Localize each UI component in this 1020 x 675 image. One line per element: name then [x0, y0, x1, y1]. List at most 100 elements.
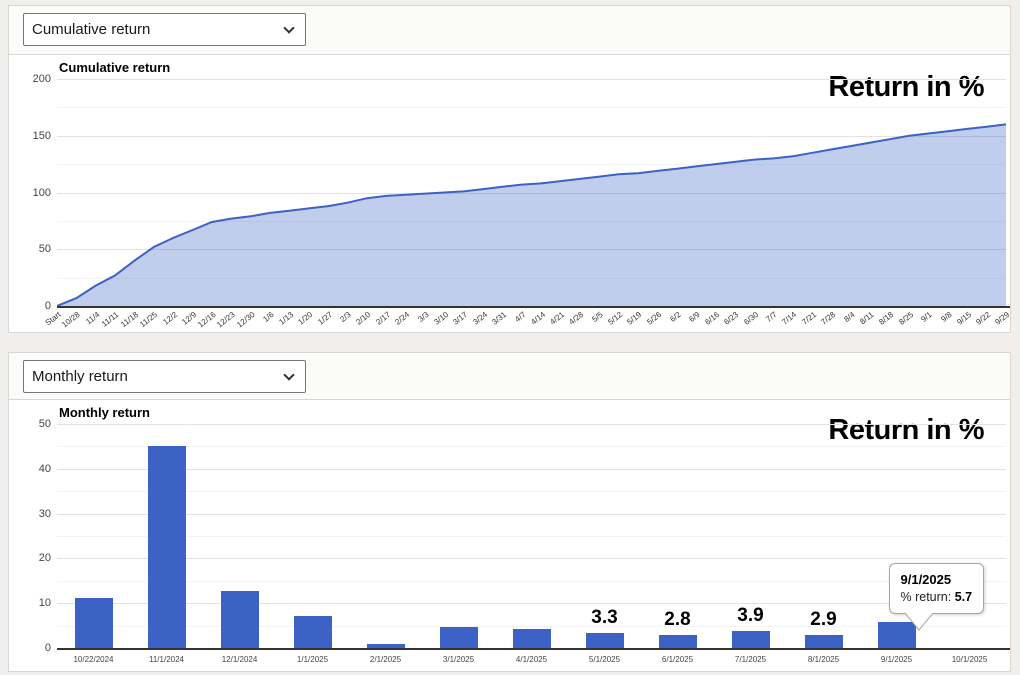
y-axis-tick-label: 30: [9, 508, 51, 520]
x-axis-tick-label: 3/1/2025: [424, 655, 494, 664]
x-axis-tick-label: 11/25: [139, 310, 160, 329]
y-axis-tick-label: 50: [9, 418, 51, 430]
x-axis-tick-label: 10/1/2025: [935, 655, 1005, 664]
monthly-return-bar[interactable]: [367, 644, 405, 648]
y-axis-tick-label: 150: [9, 130, 51, 142]
monthly-return-bar[interactable]: [294, 616, 332, 648]
x-axis-tick-label: 10/22/2024: [59, 655, 129, 664]
x-axis-tick-label: 2/17: [374, 310, 392, 327]
x-axis-tick-label: 5/5: [591, 310, 605, 324]
x-axis-tick-label: 2/1/2025: [351, 655, 421, 664]
x-axis-tick-label: 5/1/2025: [570, 655, 640, 664]
x-axis-tick-label: 4/14: [529, 310, 547, 327]
x-axis-tick-label: 11/18: [119, 310, 140, 329]
x-axis-tick-label: 11/1/2024: [132, 655, 202, 664]
cumulative-return-area-series[interactable]: [57, 79, 1006, 306]
cumulative-return-panel: Cumulative return Cumulative return Retu…: [8, 5, 1011, 333]
x-axis-tick-label: 9/1/2025: [862, 655, 932, 664]
cumulative-return-header: Cumulative return: [9, 6, 1010, 54]
y-axis-tick-label: 50: [9, 243, 51, 255]
chart-type-select-wrap: Cumulative return: [23, 13, 306, 46]
x-axis-tick-label: 6/1/2025: [643, 655, 713, 664]
gridline-minor: [57, 446, 1006, 447]
x-axis-tick-label: 1/27: [316, 310, 334, 327]
gridline: [57, 603, 1006, 604]
bar-value-label: 3.9: [716, 605, 786, 627]
tooltip-value-line: % return: 5.7: [901, 590, 973, 604]
gridline: [57, 514, 1006, 515]
x-axis-tick-label: 7/28: [819, 310, 837, 327]
y-axis-tick-label: 0: [9, 642, 51, 654]
x-axis-tick-label: 4/1/2025: [497, 655, 567, 664]
x-axis-tick-label: 12/2: [161, 310, 179, 327]
x-axis-tick-label: 9/22: [974, 310, 992, 327]
gridline: [57, 558, 1006, 559]
y-axis-tick-label: 0: [9, 300, 51, 312]
x-axis-tick-label: 11/11: [100, 310, 120, 329]
x-axis-line: [57, 648, 1010, 650]
x-axis-tick-label: 12/30: [235, 310, 256, 329]
x-axis-tick-label: 6/2: [668, 310, 682, 324]
monthly-return-bar[interactable]: [805, 635, 843, 648]
gridline-minor: [57, 491, 1006, 492]
x-axis-tick-label: 1/13: [277, 310, 295, 327]
x-axis-tick-label: 3/24: [471, 310, 489, 327]
x-axis-tick-label: 8/4: [842, 310, 856, 324]
monthly-return-bar[interactable]: [659, 635, 697, 648]
x-axis-tick-label: 1/6: [261, 310, 275, 324]
tooltip-date: 9/1/2025: [901, 572, 973, 587]
x-axis-tick-label: 9/29: [994, 310, 1010, 327]
x-axis-tick-label: 3/3: [416, 310, 430, 324]
chart-title: Monthly return: [59, 405, 150, 420]
tooltip-value: 5.7: [955, 590, 972, 604]
y-axis-tick-label: 20: [9, 552, 51, 564]
monthly-return-bar[interactable]: [221, 591, 259, 648]
monthly-return-bar[interactable]: [586, 633, 624, 648]
x-axis-tick-label: 2/10: [355, 310, 373, 327]
monthly-return-bar[interactable]: [148, 446, 186, 648]
x-axis-tick-label: 6/9: [687, 310, 701, 324]
x-axis-tick-label: 12/9: [180, 310, 198, 327]
x-axis-tick-label: 7/21: [800, 310, 818, 327]
x-axis-tick-label: 4/28: [568, 310, 586, 327]
chart-type-select-wrap: Monthly return: [23, 360, 306, 393]
x-axis-tick-label: 6/23: [723, 310, 741, 327]
cumulative-return-chart[interactable]: Cumulative return Return in % 0501001502…: [9, 54, 1010, 332]
gridline: [57, 469, 1006, 470]
monthly-chart-type-select[interactable]: Monthly return: [23, 360, 306, 393]
x-axis-tick-label: 8/25: [897, 310, 915, 327]
x-axis-tick-label: 5/12: [606, 310, 624, 327]
monthly-return-bar[interactable]: [732, 631, 770, 648]
gridline-minor: [57, 626, 1006, 627]
x-axis-tick-label: 8/11: [859, 310, 876, 326]
x-axis-tick-label: 1/1/2025: [278, 655, 348, 664]
bar-tooltip: 9/1/2025 % return: 5.7: [889, 563, 985, 614]
gridline-minor: [57, 536, 1006, 537]
cumulative-chart-type-select[interactable]: Cumulative return: [23, 13, 306, 46]
bar-value-label: 2.8: [643, 609, 713, 631]
x-axis-tick-label: 6/30: [742, 310, 760, 327]
y-axis-tick-label: 40: [9, 463, 51, 475]
monthly-return-header: Monthly return: [9, 353, 1010, 399]
x-axis-tick-label: 2/3: [339, 310, 353, 324]
x-axis-tick-label: 6/16: [703, 310, 721, 327]
gridline-minor: [57, 581, 1006, 582]
x-axis-tick-label: 4/7: [513, 310, 527, 324]
x-axis-tick-label: Start: [44, 310, 63, 328]
gridline: [57, 424, 1006, 425]
x-axis-tick-label: 7/14: [781, 310, 799, 327]
chart-title: Cumulative return: [59, 60, 170, 75]
monthly-return-panel: Monthly return Monthly return Return in …: [8, 352, 1011, 672]
x-axis-tick-label: 5/19: [626, 310, 644, 327]
x-axis-tick-label: 2/24: [393, 310, 411, 327]
monthly-return-chart[interactable]: Monthly return Return in % 9/1/2025 % re…: [9, 399, 1010, 671]
y-axis-tick-label: 200: [9, 73, 51, 85]
x-axis-tick-label: 8/1/2025: [789, 655, 859, 664]
monthly-return-bar[interactable]: [513, 629, 551, 648]
x-axis-tick-label: 5/26: [645, 310, 663, 327]
x-axis-tick-label: 12/16: [196, 310, 217, 329]
monthly-return-bar[interactable]: [440, 627, 478, 648]
x-axis-tick-label: 3/10: [432, 310, 450, 327]
x-axis-tick-label: 1/20: [297, 310, 315, 327]
monthly-return-bar[interactable]: [75, 598, 113, 648]
